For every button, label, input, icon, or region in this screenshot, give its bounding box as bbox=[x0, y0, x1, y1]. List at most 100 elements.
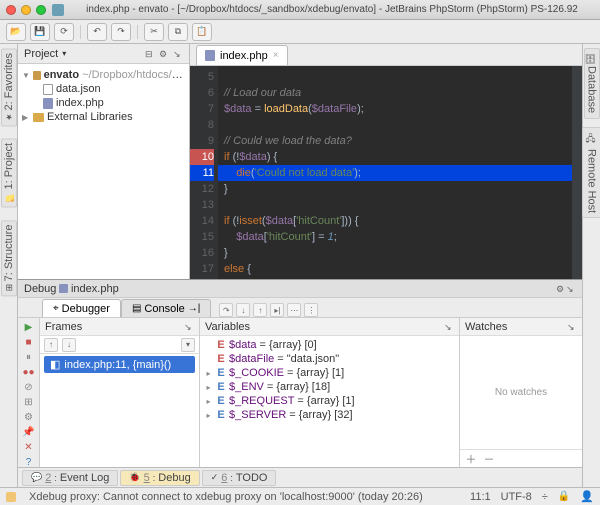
todo-tab[interactable]: ✓ 6: TODO bbox=[202, 470, 277, 486]
step-out-icon[interactable]: ↑ bbox=[253, 303, 267, 317]
frame-row-active[interactable]: ◧ index.php:11, {main}() bbox=[44, 356, 195, 373]
lock-icon[interactable]: 🔒 bbox=[558, 491, 570, 502]
close-window-button[interactable] bbox=[6, 5, 16, 15]
pin-icon[interactable]: 📌 bbox=[21, 427, 37, 438]
watches-empty-text: No watches bbox=[460, 336, 582, 449]
remove-watch-icon[interactable]: － bbox=[482, 452, 496, 466]
hector-icon[interactable]: 👤 bbox=[580, 490, 594, 503]
app-icon bbox=[52, 4, 64, 16]
evaluate-icon[interactable]: ⋯ bbox=[287, 303, 301, 317]
close-tab-icon[interactable]: × bbox=[273, 50, 279, 61]
database-tool-tab[interactable]: 🗄 Database bbox=[584, 48, 600, 119]
cut-button[interactable]: ✂ bbox=[144, 23, 164, 41]
variable-row[interactable]: E$dataFile = "data.json" bbox=[204, 352, 455, 366]
copy-button[interactable]: ⧉ bbox=[168, 23, 188, 41]
undo-button[interactable]: ↶ bbox=[87, 23, 107, 41]
structure-tool-tab[interactable]: ⊞ 7: Structure bbox=[1, 220, 17, 296]
next-frame-icon[interactable]: ↓ bbox=[62, 338, 76, 352]
hide-pane-icon[interactable]: ↘ bbox=[444, 322, 454, 332]
add-watch-icon[interactable]: ＋ bbox=[464, 452, 478, 466]
php-file-icon: ◧ bbox=[50, 358, 60, 371]
stop-icon[interactable]: ■ bbox=[21, 337, 37, 348]
pause-icon[interactable]: ⏸ bbox=[21, 352, 37, 363]
paste-button[interactable]: 📋 bbox=[192, 23, 212, 41]
line-gutter[interactable]: 56789101112131415161718192021 bbox=[190, 66, 218, 279]
frames-title: Frames bbox=[45, 321, 82, 333]
watches-pane: Watches ↘ No watches ＋ － bbox=[460, 318, 582, 467]
variable-row[interactable]: ▸E$_COOKIE = {array} [1] bbox=[204, 366, 455, 380]
external-libraries[interactable]: ▶ External Libraries bbox=[18, 110, 189, 124]
debug-side-buttons: ▶ ■ ⏸ ●● ⊘ ⊞ ⚙ 📌 ✕ ? bbox=[18, 318, 40, 467]
bottom-tool-tabs: 💬 2: Event Log 🐞 5: Debug ✓ 6: TODO bbox=[18, 467, 582, 487]
folder-icon bbox=[33, 71, 41, 80]
console-tab[interactable]: ▤ Console →| bbox=[121, 299, 211, 317]
code-content[interactable]: // Load our data$data = loadData($dataFi… bbox=[218, 66, 572, 279]
variables-title: Variables bbox=[205, 321, 250, 333]
settings-icon[interactable]: ⚙ bbox=[21, 412, 37, 423]
project-root[interactable]: ▼ envato ~/Dropbox/htdocs/_sandbox/xdeb bbox=[18, 68, 189, 82]
tree-file-data-json[interactable]: data.json bbox=[18, 82, 189, 96]
hide-debug-icon[interactable]: ↘ bbox=[566, 284, 576, 294]
view-breakpoints-icon[interactable]: ●● bbox=[21, 367, 37, 378]
main-toolbar: 📂 💾 ⟳ ↶ ↷ ✂ ⧉ 📋 bbox=[0, 20, 600, 44]
project-tool-tab[interactable]: 📁 1: Project bbox=[1, 138, 17, 207]
hide-icon[interactable]: ↘ bbox=[173, 49, 183, 59]
mute-breakpoints-icon[interactable]: ⊘ bbox=[21, 382, 37, 393]
hide-pane-icon[interactable]: ↘ bbox=[567, 322, 577, 332]
left-tool-gutter: ★ 2: Favorites 📁 1: Project ⊞ 7: Structu… bbox=[0, 44, 18, 487]
cursor-position[interactable]: 11:1 bbox=[470, 491, 491, 503]
status-message: Xdebug proxy: Cannot connect to xdebug p… bbox=[29, 491, 423, 503]
variable-row[interactable]: E$data = {array} [0] bbox=[204, 338, 455, 352]
variable-list[interactable]: E$data = {array} [0]E$dataFile = "data.j… bbox=[200, 336, 459, 424]
minimize-window-button[interactable] bbox=[21, 5, 31, 15]
filetype-indicator[interactable]: ÷ bbox=[542, 491, 548, 503]
warning-icon[interactable] bbox=[6, 492, 16, 502]
project-panel-title: Project bbox=[24, 48, 58, 60]
close-session-icon[interactable]: ✕ bbox=[21, 442, 37, 453]
gear-icon[interactable]: ⚙ bbox=[159, 49, 169, 59]
right-tool-gutter: 🗄 Database 🖧 Remote Host bbox=[582, 44, 600, 487]
debug-panel: Debug index.php ⚙ ↘ ⌖ Debugger ▤ Console… bbox=[18, 279, 582, 467]
debug-tab[interactable]: 🐞 5: Debug bbox=[120, 470, 199, 486]
encoding-indicator[interactable]: UTF-8 bbox=[501, 491, 532, 503]
favorites-tool-tab[interactable]: ★ 2: Favorites bbox=[1, 48, 17, 126]
php-file-icon bbox=[43, 98, 53, 109]
zoom-window-button[interactable] bbox=[36, 5, 46, 15]
editor-tab-index-php[interactable]: index.php × bbox=[196, 45, 288, 65]
remote-host-tool-tab[interactable]: 🖧 Remote Host bbox=[582, 127, 600, 219]
watches-title: Watches bbox=[465, 321, 507, 333]
variable-row[interactable]: ▸E$_SERVER = {array} [32] bbox=[204, 408, 455, 422]
step-over-icon[interactable]: ↷ bbox=[219, 303, 233, 317]
open-button[interactable]: 📂 bbox=[6, 23, 26, 41]
variable-row[interactable]: ▸E$_ENV = {array} [18] bbox=[204, 380, 455, 394]
php-file-icon bbox=[59, 284, 68, 293]
project-tree[interactable]: ▼ envato ~/Dropbox/htdocs/_sandbox/xdeb … bbox=[18, 64, 189, 128]
variable-row[interactable]: ▸E$_REQUEST = {array} [1] bbox=[204, 394, 455, 408]
restore-layout-icon[interactable]: ⊞ bbox=[21, 397, 37, 408]
json-file-icon bbox=[43, 84, 53, 95]
run-to-cursor-icon[interactable]: ▸| bbox=[270, 303, 284, 317]
collapse-icon[interactable]: ⊟ bbox=[145, 49, 155, 59]
step-into-icon[interactable]: ↓ bbox=[236, 303, 250, 317]
hide-pane-icon[interactable]: ↘ bbox=[184, 322, 194, 332]
tree-file-index-php[interactable]: index.php bbox=[18, 96, 189, 110]
frames-pane: Frames ↘ ↑ ↓ ▾ ◧ index.php:11, {main}() bbox=[40, 318, 200, 467]
sync-button[interactable]: ⟳ bbox=[54, 23, 74, 41]
thread-dropdown[interactable]: ▾ bbox=[181, 338, 195, 352]
more-icon[interactable]: ⋮ bbox=[304, 303, 318, 317]
resume-icon[interactable]: ▶ bbox=[21, 322, 37, 333]
save-button[interactable]: 💾 bbox=[30, 23, 50, 41]
debug-panel-title: Debug bbox=[24, 283, 56, 295]
redo-button[interactable]: ↷ bbox=[111, 23, 131, 41]
debugger-tab[interactable]: ⌖ Debugger bbox=[42, 299, 121, 317]
window-titlebar: index.php - envato - [~/Dropbox/htdocs/_… bbox=[0, 0, 600, 20]
gear-icon[interactable]: ⚙ bbox=[556, 284, 566, 294]
editor-tabstrip: index.php × bbox=[190, 44, 582, 66]
event-log-tab[interactable]: 💬 2: Event Log bbox=[22, 470, 118, 486]
code-editor[interactable]: 56789101112131415161718192021 // Load ou… bbox=[190, 66, 582, 279]
prev-frame-icon[interactable]: ↑ bbox=[44, 338, 58, 352]
library-icon bbox=[33, 113, 44, 122]
code-minimap[interactable] bbox=[572, 66, 582, 279]
window-title: index.php - envato - [~/Dropbox/htdocs/_… bbox=[70, 4, 594, 15]
debug-session-name: index.php bbox=[71, 283, 119, 295]
